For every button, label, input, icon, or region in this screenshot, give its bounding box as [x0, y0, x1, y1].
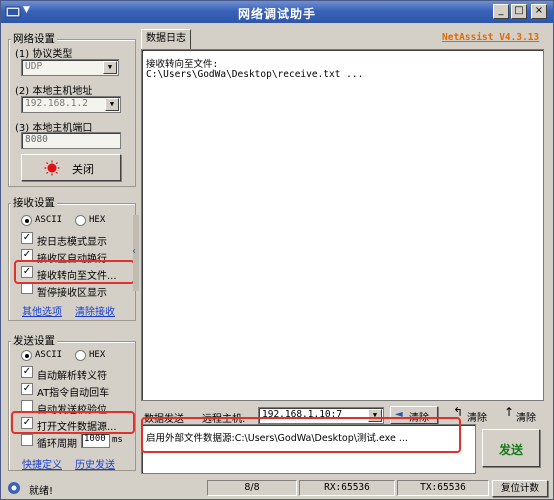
receive-ascii-label: ASCII — [35, 215, 63, 225]
close-connection-button[interactable]: 关闭 — [21, 154, 121, 181]
receive-hex-label: HEX — [89, 215, 106, 225]
highlight-box — [11, 411, 135, 434]
local-host-label: (2) 本地主机地址 — [15, 86, 93, 97]
log-line: C:\Users\GodWa\Desktop\receive.txt ... — [146, 69, 364, 80]
receive-settings-title: 接收设置 — [11, 195, 57, 210]
clear-counter-label[interactable]: 清除 — [516, 409, 536, 424]
close-connection-label: 关闭 — [72, 163, 94, 176]
loop-period-input[interactable]: 1000 — [81, 433, 110, 448]
clear-receive-link[interactable]: 清除接收 — [75, 303, 115, 318]
clear-send-label[interactable]: 清除 — [467, 409, 487, 424]
other-options-link[interactable]: 其他选项 — [22, 303, 62, 318]
send-option-checkbox[interactable]: ✓ — [21, 383, 33, 395]
status-rx: RX:65536 — [299, 480, 395, 496]
chevron-down-icon[interactable]: ▼ — [105, 98, 119, 111]
brand-version[interactable]: NetAssist V4.3.13 — [442, 32, 539, 43]
send-button[interactable]: 发送 — [482, 429, 540, 467]
chevron-down-icon[interactable]: ▼ — [103, 61, 117, 74]
log-line: 接收转向至文件: — [146, 59, 219, 70]
protocol-type-value: UDP — [25, 61, 43, 72]
send-option-label: 自动解析转义符 — [37, 371, 107, 382]
local-host-value: 192.168.1.2 — [25, 98, 88, 109]
send-button-label: 发送 — [499, 443, 524, 457]
local-host-select[interactable]: 192.168.1.2 ▼ — [21, 96, 121, 113]
network-settings-title: 网络设置 — [11, 31, 57, 46]
receive-ascii-radio[interactable] — [21, 215, 32, 226]
receive-option-checkbox[interactable]: ✓ — [21, 232, 33, 244]
protocol-type-label: (1) 协议类型 — [15, 49, 73, 60]
tab-data-log[interactable]: 数据日志 — [141, 29, 191, 49]
highlight-box — [14, 260, 135, 284]
send-hex-label: HEX — [89, 350, 106, 360]
collapse-arrow-icon[interactable]: ‹ — [132, 246, 136, 257]
protocol-type-select[interactable]: UDP ▼ — [21, 59, 119, 76]
send-option-checkbox[interactable]: ✓ — [21, 366, 33, 378]
loop-period-checkbox[interactable] — [21, 434, 33, 446]
status-tx: TX:65536 — [397, 480, 489, 496]
status-light-icon — [44, 160, 60, 176]
clear-up-icon[interactable]: ↑ — [504, 405, 514, 419]
reset-counter-button[interactable]: 复位计数 — [492, 480, 548, 497]
send-hex-radio[interactable] — [75, 350, 86, 361]
send-settings-title: 发送设置 — [11, 333, 57, 348]
receive-hex-radio[interactable] — [75, 215, 86, 226]
status-icon — [8, 482, 20, 494]
status-ready: 就绪! — [29, 486, 54, 497]
status-bar: 就绪! 8/8 RX:65536 TX:65536 复位计数 — [1, 477, 553, 499]
receive-option-label: 按日志模式显示 — [37, 237, 107, 248]
highlight-box — [141, 417, 461, 453]
status-counter: 8/8 — [207, 480, 297, 496]
send-ascii-radio[interactable] — [21, 350, 32, 361]
loop-unit-label: ms — [112, 435, 123, 445]
quick-define-link[interactable]: 快捷定义 — [22, 456, 62, 471]
close-window-button[interactable]: × — [531, 4, 547, 19]
receive-option-label: 暂停接收区显示 — [37, 288, 107, 299]
loop-period-label: 循环周期 — [37, 439, 77, 450]
title-bar[interactable]: ▼ 网络调试助手 _ □ × — [1, 1, 553, 23]
send-history-link[interactable]: 历史发送 — [75, 456, 115, 471]
maximize-button[interactable]: □ — [511, 4, 527, 19]
send-option-label: AT指令自动回车 — [37, 388, 110, 399]
minimize-button[interactable]: _ — [493, 4, 509, 19]
app-window: ▼ 网络调试助手 _ □ × 网络设置 (1) 协议类型 UDP ▼ (2) 本… — [0, 0, 554, 500]
window-title: 网络调试助手 — [237, 7, 316, 21]
receive-log-area[interactable]: 接收转向至文件: C:\Users\GodWa\Desktop\receive.… — [141, 49, 544, 401]
local-port-input[interactable]: 8080 — [21, 132, 121, 149]
send-ascii-label: ASCII — [35, 350, 63, 360]
